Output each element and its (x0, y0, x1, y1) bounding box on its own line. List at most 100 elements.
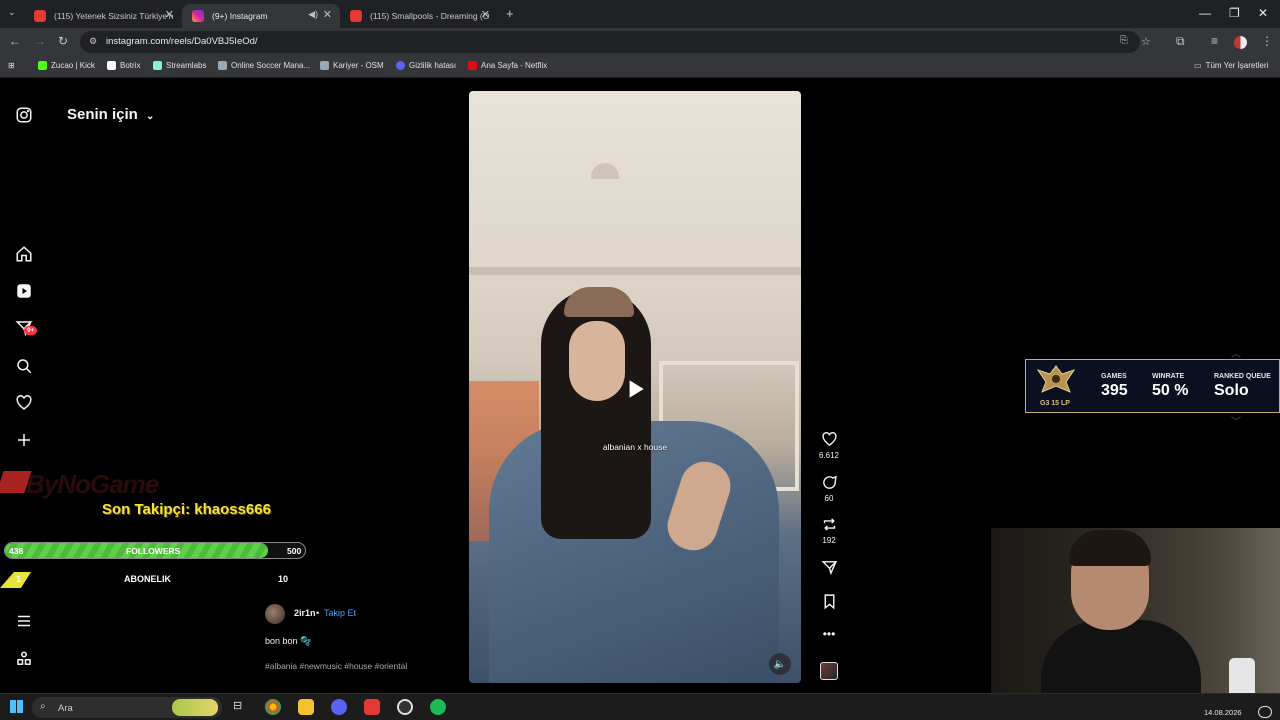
subscription-current: 1 (16, 574, 22, 584)
taskbar-search[interactable]: ⌕ Ara (32, 697, 222, 718)
streamer-body (1041, 620, 1201, 693)
followers-goal-bar: 438 FOLLOWERS 500 (4, 542, 306, 559)
task-view-icon[interactable]: ⊟ (233, 699, 242, 712)
search-icon: ⌕ (40, 701, 46, 712)
tab-instagram[interactable]: (9+) Instagram ◀) ✕ (182, 4, 340, 28)
osm-icon (218, 61, 227, 70)
instagram-icon (192, 10, 204, 22)
bookmark-privacy-error[interactable]: Gizlilik hatası (396, 61, 456, 70)
windows-start-icon[interactable] (10, 700, 23, 713)
heart-icon (821, 432, 837, 447)
tab-label: (9+) Instagram (212, 11, 268, 21)
winrate-label: WINRATE (1152, 373, 1185, 380)
apps-grid-icon[interactable]: ⊞ (8, 61, 15, 70)
like-button[interactable]: 6.612 (815, 431, 843, 460)
bookmark-streamlabs[interactable]: Streamlabs (153, 61, 206, 70)
more-options-icon[interactable]: ••• (815, 627, 843, 641)
extensions-icon[interactable]: ⧉ (1176, 34, 1185, 49)
minimize-button[interactable]: — (1199, 6, 1211, 20)
webcam-overlay (991, 528, 1280, 693)
bookmark-osm[interactable]: Online Soccer Mana... (218, 61, 310, 70)
follow-button[interactable]: Takip Et (324, 608, 356, 618)
search-icon[interactable] (14, 356, 34, 376)
streamlabs-icon (153, 61, 162, 70)
reels-icon[interactable] (14, 281, 34, 301)
bookmark-netflix[interactable]: Ana Sayfa - Netflix (468, 61, 547, 70)
post-caption: bon bon 🫧 (265, 636, 312, 646)
youtube-icon (34, 10, 46, 22)
close-tab-icon[interactable]: ✕ (165, 8, 174, 21)
tab-youtube-1[interactable]: (115) Yetenek Sizsiniz Türkiye'n ✕ (24, 4, 182, 28)
messages-icon[interactable]: 9+ (14, 318, 38, 338)
followers-current: 438 (9, 546, 24, 556)
restore-button[interactable]: ❐ (1229, 6, 1240, 20)
menu-kebab-icon[interactable]: ⋮ (1261, 34, 1273, 48)
speaker-icon[interactable]: ◀) (308, 9, 318, 20)
subscription-label: ABONELIK (124, 574, 171, 584)
post-hashtags[interactable]: #albania #newmusic #house #oriental (265, 661, 407, 671)
chevron-down-icon: ⌄ (146, 111, 155, 122)
followers-label: FOLLOWERS (126, 546, 181, 556)
tab-search-icon[interactable]: ⌄ (8, 7, 16, 18)
reel-video[interactable]: albanian x house 🔈 (469, 91, 801, 683)
bookmark-botrix[interactable]: Botrix (107, 61, 140, 70)
back-arrow-icon[interactable]: ← (9, 34, 21, 48)
avatar[interactable] (265, 604, 285, 624)
more-menu-icon[interactable] (14, 611, 34, 631)
rank-widget: G3 15 LP GAMES 395 WINRATE 50 % RANKED Q… (1025, 359, 1280, 413)
games-label: GAMES (1101, 373, 1127, 380)
kick-icon (38, 61, 47, 70)
repost-icon (823, 518, 835, 531)
reload-icon[interactable]: ↻ (58, 34, 68, 48)
forward-arrow-icon[interactable]: → (34, 34, 46, 48)
username[interactable]: 2ir1n (294, 608, 316, 618)
heart-icon[interactable] (14, 393, 34, 413)
play-icon[interactable] (622, 376, 648, 402)
obs-icon[interactable] (397, 699, 413, 715)
games-value: 395 (1101, 382, 1128, 399)
address-bar[interactable]: ⚙ instagram.com/reels/Da0VBJ5IeOd/ ⎘ ☆ (80, 31, 1151, 53)
repost-button[interactable]: 192 (815, 516, 843, 545)
all-bookmarks-folder[interactable]: ▭ Tüm Yer İşaretleri (1194, 61, 1268, 70)
tab-youtube-2[interactable]: (115) Smallpools - Dreaming (O ✕ (340, 4, 498, 28)
ceiling-light (591, 163, 619, 179)
create-plus-icon[interactable] (14, 430, 34, 450)
followers-goal: 500 (287, 546, 302, 556)
scroll-down-arrow-icon[interactable]: ﹀ (1221, 413, 1251, 428)
discord-icon[interactable] (331, 699, 347, 715)
bookmark-label: Gizlilik hatası (409, 61, 457, 70)
close-window-button[interactable]: ✕ (1258, 6, 1268, 20)
audio-thumbnail[interactable] (820, 662, 838, 680)
feed-selector[interactable]: Senin için ⌄ (67, 106, 154, 123)
recording-app-icon[interactable] (364, 699, 380, 715)
spotify-icon[interactable] (430, 699, 446, 715)
threads-apps-icon[interactable] (14, 649, 34, 669)
bookmark-kick[interactable]: Zucao | Kick (38, 61, 95, 70)
discord-icon (396, 61, 405, 70)
home-icon[interactable] (14, 244, 34, 264)
install-app-icon[interactable]: ⎘ (1120, 35, 1128, 46)
close-tab-icon[interactable]: ✕ (323, 8, 332, 21)
site-info-icon[interactable]: ⚙ (89, 36, 97, 47)
new-tab-button[interactable]: + (506, 6, 514, 21)
close-tab-icon[interactable]: ✕ (481, 8, 490, 21)
file-explorer-icon[interactable] (298, 699, 314, 715)
scroll-up-arrow-icon[interactable]: ︿ (1221, 345, 1251, 360)
speaker-mute-icon[interactable]: 🔈 (769, 653, 791, 675)
bookmark-kariyer[interactable]: Kariyer - OSM (320, 61, 384, 70)
bookmark-star-icon[interactable]: ☆ (1141, 35, 1151, 48)
bookmark-icon (824, 594, 834, 610)
chrome-icon[interactable] (265, 699, 281, 715)
share-button[interactable] (815, 559, 843, 576)
media-control-icon[interactable]: ≡ (1211, 34, 1218, 48)
instagram-reels-page: Senin için ⌄ 9+ albanian x house 🔈 6.612… (0, 79, 1280, 693)
search-highlight-image (172, 699, 218, 716)
profile-avatar[interactable] (1234, 36, 1247, 49)
subscription-goal-bar: 1 ABONELIK 10 (0, 572, 310, 588)
notification-count-icon[interactable] (1258, 706, 1272, 718)
save-button[interactable] (815, 593, 843, 610)
comment-button[interactable]: 60 (815, 474, 843, 503)
separator-dot: • (316, 608, 320, 618)
video-text-overlay: albanian x house (602, 442, 668, 452)
instagram-logo-icon[interactable] (14, 105, 34, 125)
